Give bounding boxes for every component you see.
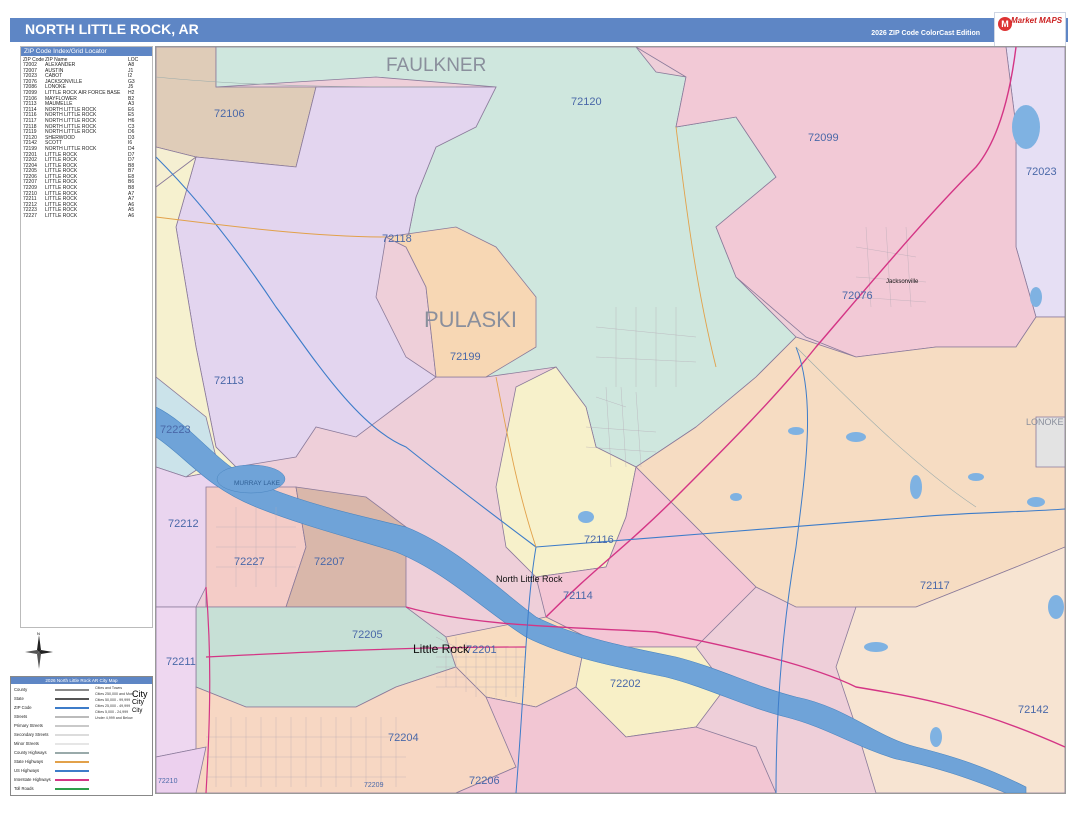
compass-n: N [37,632,40,636]
legend-city-class: Under 4,999 and Below [95,716,133,720]
zip-label-72211: 72211 [166,656,196,668]
header-bar: NORTH LITTLE ROCK, AR 2026 ZIP Code Colo… [10,12,1068,54]
zip-label-72201: 72201 [466,644,497,656]
zip-label-72116: 72116 [584,534,614,546]
lake-label-murray: MURRAY LAKE [234,480,281,487]
legend-city-sample-medium: City [132,699,145,706]
city-label-north-little-rock: North Little Rock [496,574,563,584]
map-title: NORTH LITTLE ROCK, AR [25,21,199,37]
legend-symbol [55,770,89,772]
zip-label-72199: 72199 [450,351,481,363]
legend-symbol [55,707,89,709]
zip-index-zip: 72227 [23,213,37,220]
legend-symbol [55,779,89,781]
legend-item-label: State Highways [14,759,44,764]
legend-symbol [55,725,89,727]
zip-label-72106: 72106 [214,108,245,120]
zip-label-72205: 72205 [352,629,383,641]
zip-label-72142: 72142 [1018,704,1049,716]
legend-symbol [55,716,89,718]
zip-label-72120: 72120 [571,96,602,108]
zip-label-72114: 72114 [563,590,593,602]
zip-label-72227: 72227 [234,556,265,568]
zip-label-72204: 72204 [388,732,419,744]
murray-lake [216,464,286,494]
zip-label-72113: 72113 [214,375,244,387]
zip-label-72076: 72076 [842,290,873,302]
county-label-faulkner: FAULKNER [386,55,486,76]
legend-item-label: Streets [14,714,28,719]
zip-index-panel: ZIP Code Index/Grid Locator ZIP Code ZIP… [20,46,153,628]
county-label-pulaski: PULASKI [424,307,517,332]
legend-city-class: Cities 5,000 - 24,999 [95,710,129,714]
legend-item-label: ZIP Code [14,705,32,710]
zip-label-72023: 72023 [1026,166,1057,178]
city-label-little-rock: Little Rock [413,642,470,656]
zip-index-row: 72227 LITTLE ROCK A6 [21,213,152,220]
zip-index-loc: A6 [128,213,135,220]
legend-panel: 2026 North Little Rock AR City Map Count… [10,676,153,796]
zip-label-72223: 72223 [160,424,191,436]
zip-label-72210: 72210 [158,778,178,785]
legend-item-label: Primary Streets [14,723,43,728]
legend-city-sample-large: City [132,689,148,699]
edition-label: 2026 ZIP Code ColorCast Edition [871,30,980,37]
legend-symbol [55,734,89,736]
legend-item-label: Minor Streets [14,741,39,746]
county-label-lonoke: LONOKE [1026,417,1064,427]
logo-mark-icon: M [998,17,1012,31]
compass-rose: N [24,631,54,672]
zip-label-72118: 72118 [382,233,412,245]
legend-item-label: US Highways [14,768,40,773]
zip-label-72212: 72212 [168,518,199,530]
legend-item-label: Secondary Streets [14,732,49,737]
logo-text: Market MAPS [1011,16,1063,25]
legend-title: 2026 North Little Rock AR City Map [11,677,152,684]
zip-label-72209: 72209 [364,782,384,789]
zip-index-title: ZIP Code Index/Grid Locator [21,47,152,56]
zip-label-72099: 72099 [808,132,839,144]
zip-label-72202: 72202 [610,678,641,690]
legend-item-label: County Highways [14,750,47,755]
zip-index-rows: 72002 ALEXANDER A8 72007 AUSTIN J1 72023 CABOT I… [21,62,152,220]
legend-symbol [55,788,89,790]
legend-symbol [55,743,89,745]
legend-symbol [55,752,89,754]
legend-symbol [55,689,89,691]
legend-item-label: Toll Roads [14,786,34,791]
zip-index-name: LITTLE ROCK [45,213,78,220]
legend-item-label: County [14,687,28,692]
zip-label-72117: 72117 [920,580,950,592]
zip-label-72206: 72206 [469,775,500,787]
zip-label-72207: 72207 [314,556,345,568]
city-label-jacksonville: Jacksonville [886,279,919,285]
legend-symbol [55,761,89,763]
legend-symbol [55,698,89,700]
legend-item-label: State [14,696,24,701]
legend-city-sample-small: City [132,708,143,714]
legend-item-label: Interstate Highways [14,777,51,782]
map-area[interactable]: FAULKNER PULASKI LONOKE 72106 72120 7209… [155,46,1066,794]
